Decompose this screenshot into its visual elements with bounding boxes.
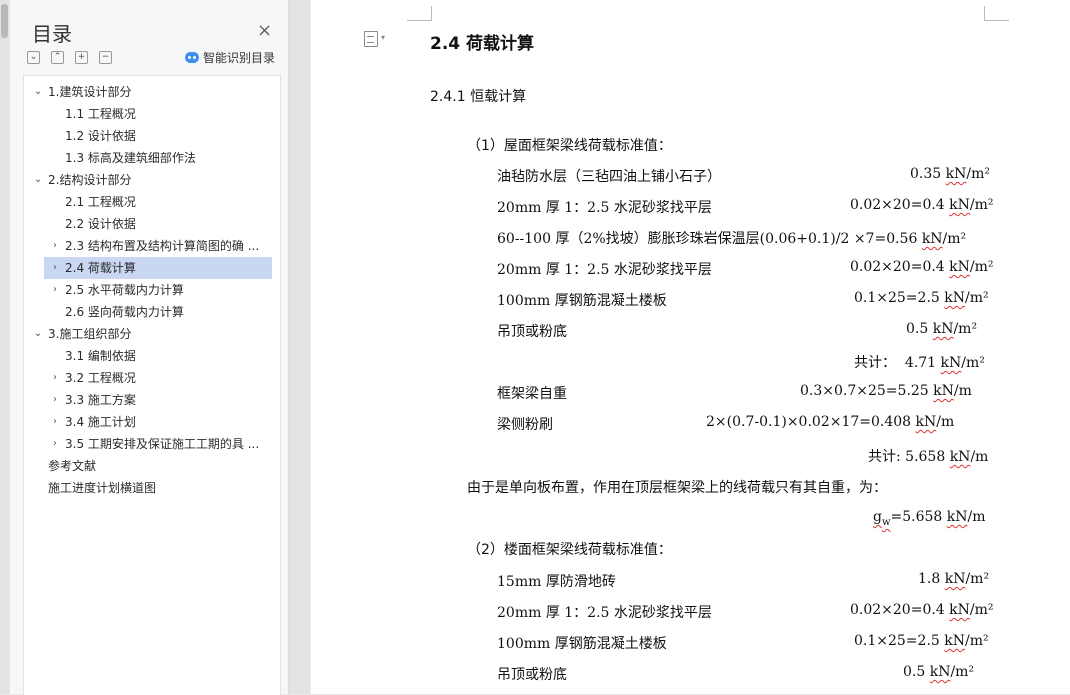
toc-item[interactable]: ⌄ 3.施工组织部分 xyxy=(24,323,280,345)
floor-row-3-value: 0.1×25=2.5 kN/m² xyxy=(854,633,989,649)
document-icon[interactable] xyxy=(364,31,378,47)
chevron-down-icon[interactable]: ⌄ xyxy=(32,81,44,103)
floor-row-1-label: 15mm 厚防滑地砖 xyxy=(497,574,616,590)
roof-row-5-label: 100mm 厚钢筋混凝土楼板 xyxy=(497,293,667,309)
floor-row-4-label: 吊顶或粉底 xyxy=(497,667,567,683)
toc-item-label: 2.3 结构布置及结构计算简图的确 ... xyxy=(65,239,260,253)
close-icon[interactable]: × xyxy=(257,20,272,41)
roof-row-1-value: 0.35 kN/m² xyxy=(910,166,990,182)
toc-item[interactable]: 2.2 设计依据 xyxy=(24,213,280,235)
smart-toc-label: 智能识别目录 xyxy=(203,51,276,65)
chevron-down-icon[interactable]: ⌄ xyxy=(32,323,44,345)
toc-item[interactable]: › 2.4 荷载计算 xyxy=(44,257,272,279)
toc-item[interactable]: › 3.5 工期安排及保证施工工期的具 ... xyxy=(24,433,280,455)
toc-item-label: 3.施工组织部分 xyxy=(48,327,132,341)
add-heading-icon[interactable]: + xyxy=(75,51,88,64)
margin-corner-left xyxy=(407,6,432,21)
chevron-down-icon[interactable]: ⌄ xyxy=(32,169,44,191)
roof-row-2-label: 20mm 厚 1：2.5 水泥砂浆找平层 xyxy=(497,200,712,216)
toc-item[interactable]: › 3.2 工程概况 xyxy=(24,367,280,389)
floor-row-4-value: 0.5 kN/m² xyxy=(903,664,975,680)
roof-title: （1）屋面框架梁线荷载标准值： xyxy=(467,138,672,154)
toc-item-label: 3.2 工程概况 xyxy=(65,371,136,385)
toc-item[interactable]: ⌄ 1.建筑设计部分 xyxy=(24,81,280,103)
chevron-right-icon[interactable]: › xyxy=(49,235,61,257)
toc-title: 目录 xyxy=(32,22,72,46)
roof-row-7-label: 框架梁自重 xyxy=(497,386,567,402)
margin-corner-right xyxy=(984,6,1009,21)
floor-title: （2）楼面框架梁线荷载标准值： xyxy=(467,542,672,558)
chevron-right-icon[interactable]: › xyxy=(49,411,61,433)
expand-all-icon[interactable]: ⌄ xyxy=(27,51,40,64)
toc-item-label: 1.建筑设计部分 xyxy=(48,85,132,99)
chevron-right-icon[interactable]: › xyxy=(49,257,61,279)
floor-row-3-label: 100mm 厚钢筋混凝土楼板 xyxy=(497,636,667,652)
toc-item-label: 3.5 工期安排及保证施工工期的具 ... xyxy=(65,437,260,451)
roof-row-8-label: 梁侧粉刷 xyxy=(497,417,553,433)
section-heading: 2.4 荷载计算 xyxy=(430,34,535,54)
roof-sum-1: 共计： 4.71 kN/m² xyxy=(854,355,985,371)
toc-item-label: 1.2 设计依据 xyxy=(65,129,136,143)
chevron-right-icon[interactable]: › xyxy=(49,367,61,389)
roof-row-2-value: 0.02×20=0.4 kN/m² xyxy=(850,197,994,213)
toc-item[interactable]: › 3.3 施工方案 xyxy=(24,389,280,411)
smart-toc-button[interactable]: 智能识别目录 xyxy=(185,49,275,66)
toc-item-label: 2.4 荷载计算 xyxy=(65,261,136,275)
roof-row-6-label: 吊顶或粉底 xyxy=(497,324,567,340)
toc-item[interactable]: 1.3 标高及建筑细部作法 xyxy=(24,147,280,169)
toc-item[interactable]: 2.1 工程概况 xyxy=(24,191,280,213)
toc-item-label: 2.2 设计依据 xyxy=(65,217,136,231)
toc-item[interactable]: 1.2 设计依据 xyxy=(24,125,280,147)
floor-row-2-value: 0.02×20=0.4 kN/m² xyxy=(850,602,994,618)
collapse-all-icon[interactable]: ⌃ xyxy=(51,51,64,64)
roof-row-6-value: 0.5 kN/m² xyxy=(906,321,978,337)
roof-row-4-label: 20mm 厚 1：2.5 水泥砂浆找平层 xyxy=(497,262,712,278)
floor-row-1-value: 1.8 kN/m² xyxy=(918,571,990,587)
roof-row-8-value: 2×(0.7-0.1)×0.02×17=0.408 kN/m xyxy=(706,414,955,430)
toc-item-label: 1.3 标高及建筑细部作法 xyxy=(65,151,196,165)
toc-item-label: 参考文献 xyxy=(48,459,97,473)
remove-heading-icon[interactable]: − xyxy=(99,51,112,64)
subsection-heading: 2.4.1 恒载计算 xyxy=(430,89,527,105)
toc-item[interactable]: › 2.5 水平荷载内力计算 xyxy=(24,279,280,301)
toc-item-label: 3.4 施工计划 xyxy=(65,415,136,429)
panel-gutter xyxy=(289,0,310,694)
toc-item-label: 2.5 水平荷载内力计算 xyxy=(65,283,184,297)
toc-item-label: 3.3 施工方案 xyxy=(65,393,136,407)
roof-gw: gw=5.658 kN/m xyxy=(873,509,986,528)
toc-item[interactable]: 参考文献 xyxy=(24,455,280,477)
toc-item[interactable]: › 2.3 结构布置及结构计算简图的确 ... xyxy=(24,235,280,257)
toc-item[interactable]: 3.1 编制依据 xyxy=(24,345,280,367)
left-scrollbar[interactable] xyxy=(0,0,10,694)
toc-item[interactable]: ⌄ 2.结构设计部分 xyxy=(24,169,280,191)
toc-panel: 目录 × ⌄ ⌃ + − 智能识别目录 ⌄ 1.建筑设计部分 1.1 工程概况 1.2… xyxy=(10,0,289,695)
document-page: ▾ 2.4 荷载计算 2.4.1 恒载计算 （1）屋面框架梁线荷载标准值： 油毡… xyxy=(311,0,1070,694)
toc-item-label: 1.1 工程概况 xyxy=(65,107,136,121)
scrollbar-thumb[interactable] xyxy=(1,4,8,38)
roof-row-1-label: 油毡防水层（三毡四油上铺小石子） xyxy=(497,169,721,185)
roof-sum-2: 共计: 5.658 kN/m xyxy=(868,449,989,465)
toc-toolbar: ⌄ ⌃ + − xyxy=(27,51,112,64)
ai-icon xyxy=(185,52,199,63)
toc-item[interactable]: › 3.4 施工计划 xyxy=(24,411,280,433)
chevron-right-icon[interactable]: › xyxy=(49,433,61,455)
roof-note: 由于是单向板布置，作用在顶层框架梁上的线荷载只有其自重，为： xyxy=(467,480,887,496)
toc-item-label: 2.1 工程概况 xyxy=(65,195,136,209)
roof-row-3: 60--100 厚（2%找坡）膨胀珍珠岩保温层(0.06+0.1)/2 ×7=0… xyxy=(497,231,967,247)
chevron-down-icon[interactable]: ▾ xyxy=(381,33,385,42)
chevron-right-icon[interactable]: › xyxy=(49,279,61,301)
toc-item[interactable]: 施工进度计划横道图 xyxy=(24,477,280,499)
toc-item[interactable]: 1.1 工程概况 xyxy=(24,103,280,125)
toc-list: ⌄ 1.建筑设计部分 1.1 工程概况 1.2 设计依据 1.3 标高及建筑细部作法 ⌄ 2… xyxy=(23,75,281,695)
toc-item-label: 3.1 编制依据 xyxy=(65,349,136,363)
roof-row-4-value: 0.02×20=0.4 kN/m² xyxy=(850,259,994,275)
roof-row-7-value: 0.3×0.7×25=5.25 kN/m xyxy=(800,383,972,399)
floor-row-2-label: 20mm 厚 1：2.5 水泥砂浆找平层 xyxy=(497,605,712,621)
toc-item[interactable]: 2.6 竖向荷载内力计算 xyxy=(24,301,280,323)
roof-row-5-value: 0.1×25=2.5 kN/m² xyxy=(854,290,989,306)
toc-item-label: 2.结构设计部分 xyxy=(48,173,132,187)
toc-item-label: 施工进度计划横道图 xyxy=(48,481,157,495)
toc-item-label: 2.6 竖向荷载内力计算 xyxy=(65,305,184,319)
chevron-right-icon[interactable]: › xyxy=(49,389,61,411)
